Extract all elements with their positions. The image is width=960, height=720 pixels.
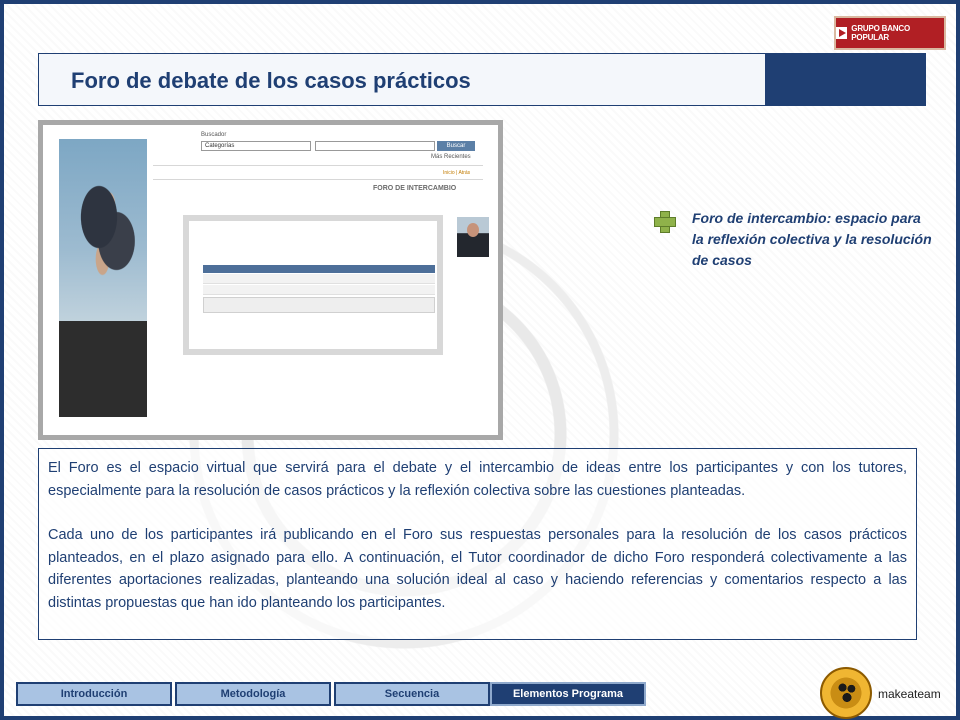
tab-elementos-programa[interactable]: Elementos Programa	[490, 682, 646, 706]
page-title: Foro de debate de los casos prácticos	[71, 68, 471, 93]
screenshot-tutor-avatar	[457, 217, 489, 257]
banco-popular-logo-text: GRUPO BANCO POPULAR	[851, 24, 910, 42]
screenshot-recent-link: Más Recientes	[431, 154, 471, 160]
screenshot-nav-links: Inicio | Atrás	[443, 170, 471, 176]
screenshot-search-input	[315, 141, 435, 151]
screenshot-forum-heading: FORO DE INTERCAMBIO	[373, 185, 457, 192]
screenshot-table-header	[203, 265, 435, 273]
screenshot-empty-box	[203, 297, 435, 313]
description-box: El Foro es el espacio virtual que servir…	[38, 448, 917, 640]
banco-popular-mark-icon	[836, 27, 848, 39]
tab-introduccion[interactable]: Introducción	[16, 682, 172, 706]
screenshot-forum-panel	[183, 215, 443, 355]
screenshot-search-button: Buscar	[437, 141, 475, 151]
plus-icon	[654, 211, 676, 233]
description-paragraph: Cada uno de los participantes irá public…	[48, 527, 907, 611]
title-bar: Foro de debate de los casos prácticos	[38, 53, 926, 106]
screenshot-category-select: Categorías	[201, 141, 311, 151]
description-paragraph: El Foro es el espacio virtual que servir…	[48, 460, 907, 499]
banco-popular-logo: GRUPO BANCO POPULAR	[834, 16, 946, 50]
banner-dark-block	[59, 321, 147, 417]
screenshot-search-label: Buscador	[201, 132, 227, 138]
forum-screenshot: Buscador Categorías Buscar Más Recientes…	[38, 120, 503, 440]
tab-secuencia[interactable]: Secuencia	[334, 682, 490, 706]
makeateam-logo-text: makeateam	[878, 687, 941, 701]
forum-screenshot-inner: Buscador Categorías Buscar Más Recientes…	[43, 125, 498, 435]
screenshot-divider	[153, 165, 483, 166]
screenshot-divider	[153, 179, 483, 180]
screenshot-table-row	[203, 274, 435, 284]
screenshot-table-row	[203, 285, 435, 295]
forum-callout: Foro de intercambio: espacio para la ref…	[692, 210, 932, 268]
hands-image	[71, 169, 141, 289]
screenshot-forum-panel-inner	[189, 221, 437, 349]
title-bar-accent	[765, 54, 925, 105]
forum-banner-photo	[59, 139, 147, 417]
makeateam-emblem-icon	[820, 667, 872, 719]
tab-metodologia[interactable]: Metodología	[175, 682, 331, 706]
